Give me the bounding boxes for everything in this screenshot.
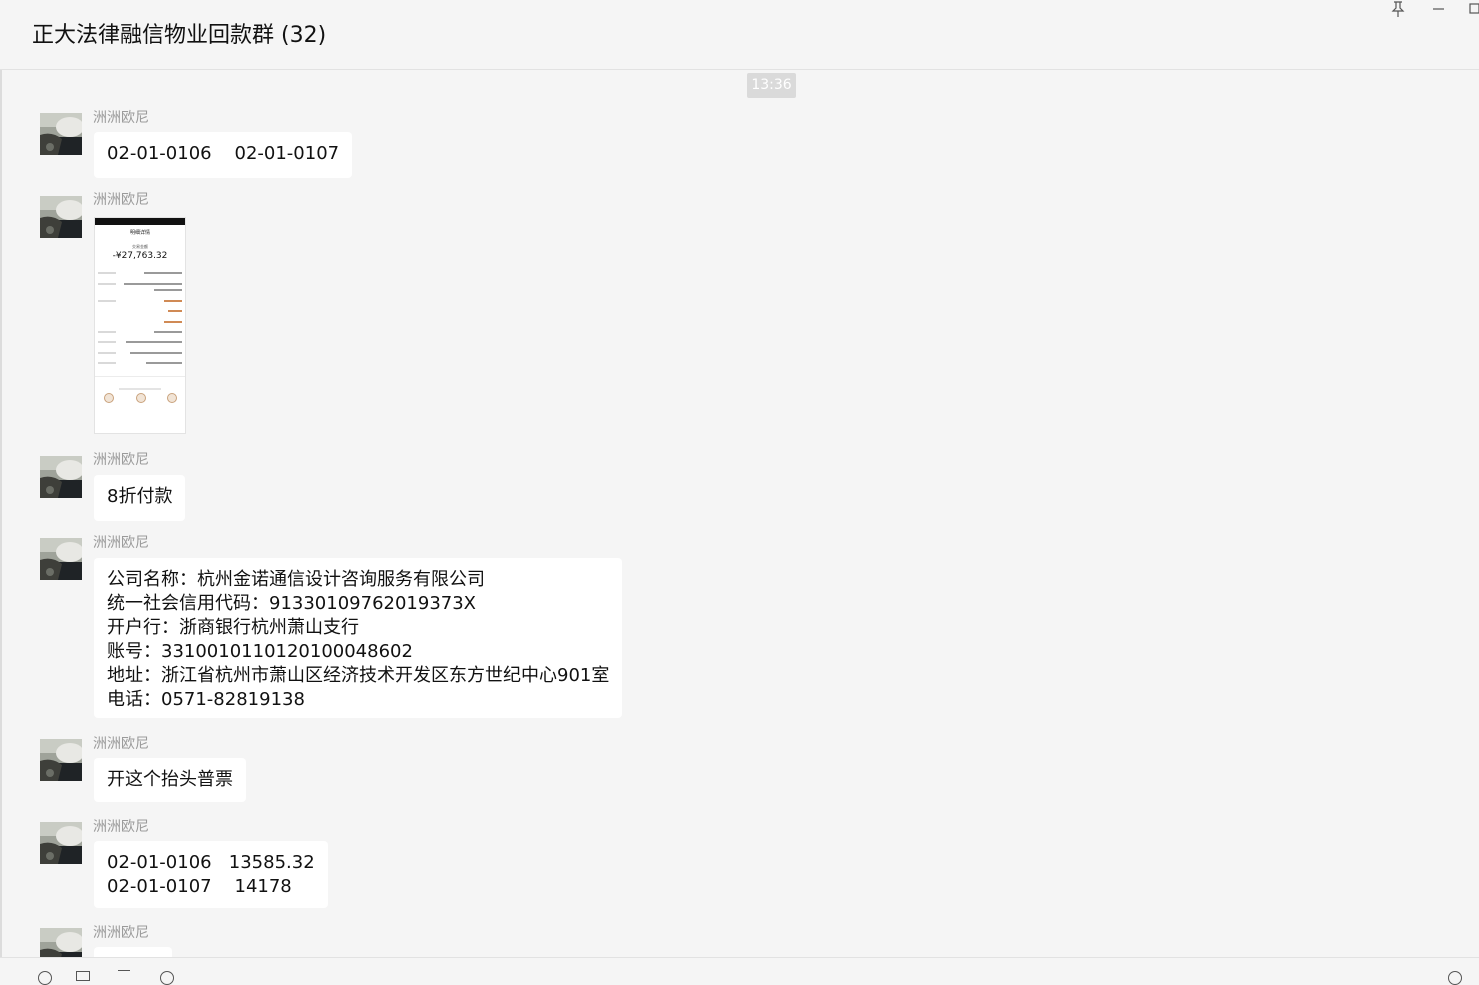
sender-name: 洲洲欧尼 bbox=[93, 819, 149, 835]
message-bubble[interactable]: 02-01-0106 02-01-0107 bbox=[94, 132, 353, 178]
image-detail-row bbox=[98, 288, 182, 292]
chat-history-icon[interactable] bbox=[160, 971, 174, 985]
sender-avatar[interactable] bbox=[40, 113, 82, 155]
sender-avatar[interactable] bbox=[40, 928, 82, 957]
image-screen-title: 明细详情 bbox=[129, 230, 150, 236]
image-detail-row bbox=[98, 299, 182, 303]
sender-avatar[interactable] bbox=[40, 739, 82, 781]
image-amount: -¥27,763.32 bbox=[112, 251, 168, 261]
chat-title: 正大法律融信物业回款群 (32) bbox=[32, 23, 327, 48]
image-action-icons bbox=[95, 393, 185, 407]
sender-name: 洲洲欧尼 bbox=[93, 535, 149, 551]
image-divider bbox=[95, 376, 185, 377]
message-icon bbox=[167, 393, 177, 403]
image-detail-row bbox=[98, 320, 182, 324]
voice-call-icon[interactable] bbox=[1448, 971, 1462, 985]
sender-name: 洲洲欧尼 bbox=[93, 925, 149, 941]
message-timestamp: 13:36 bbox=[747, 73, 796, 98]
image-detail-row bbox=[98, 340, 182, 344]
scissors-icon[interactable] bbox=[118, 970, 130, 982]
message-bubble[interactable]: 02-01-0106 13585.32 02-01-0107 14178 bbox=[94, 841, 328, 908]
chat-header: 正大法律融信物业回款群 (32) bbox=[0, 0, 1479, 70]
image-detail-row bbox=[98, 309, 182, 313]
sender-name: 洲洲欧尼 bbox=[93, 192, 149, 208]
maximize-icon[interactable] bbox=[1466, 0, 1479, 18]
image-detail-row bbox=[98, 361, 182, 365]
message-bubble[interactable]: 公司名称：杭州金诺通信设计咨询服务有限公司 统一社会信用代码：913301097… bbox=[94, 558, 623, 718]
image-detail-row bbox=[98, 330, 182, 334]
message-bubble[interactable] bbox=[94, 947, 172, 957]
input-toolbar bbox=[0, 957, 1479, 985]
image-amount-label: 交易金额 bbox=[132, 244, 148, 249]
pin-icon[interactable] bbox=[1389, 0, 1407, 18]
message-bubble[interactable]: 开这个抬头普票 bbox=[94, 758, 246, 802]
sender-avatar[interactable] bbox=[40, 456, 82, 498]
image-statusbar bbox=[95, 218, 185, 225]
sender-name: 洲洲欧尼 bbox=[93, 110, 149, 126]
image-detail-row bbox=[98, 271, 182, 275]
emoji-icon[interactable] bbox=[38, 971, 52, 985]
image-message[interactable]: 明细详情 交易金额 -¥27,763.32 bbox=[94, 217, 186, 434]
minimize-icon[interactable] bbox=[1430, 0, 1448, 18]
sender-avatar[interactable] bbox=[40, 196, 82, 238]
sender-name: 洲洲欧尼 bbox=[93, 452, 149, 468]
bell-icon bbox=[136, 393, 146, 403]
folder-icon[interactable] bbox=[76, 971, 90, 981]
chat-icon bbox=[104, 393, 114, 403]
sender-name: 洲洲欧尼 bbox=[93, 736, 149, 752]
image-footer-text bbox=[119, 388, 161, 390]
sender-avatar[interactable] bbox=[40, 822, 82, 864]
window-left-border bbox=[0, 0, 2, 975]
sender-avatar[interactable] bbox=[40, 538, 82, 580]
image-detail-row bbox=[98, 351, 182, 355]
image-detail-row bbox=[98, 282, 182, 286]
message-bubble[interactable]: 8折付款 bbox=[94, 475, 186, 521]
